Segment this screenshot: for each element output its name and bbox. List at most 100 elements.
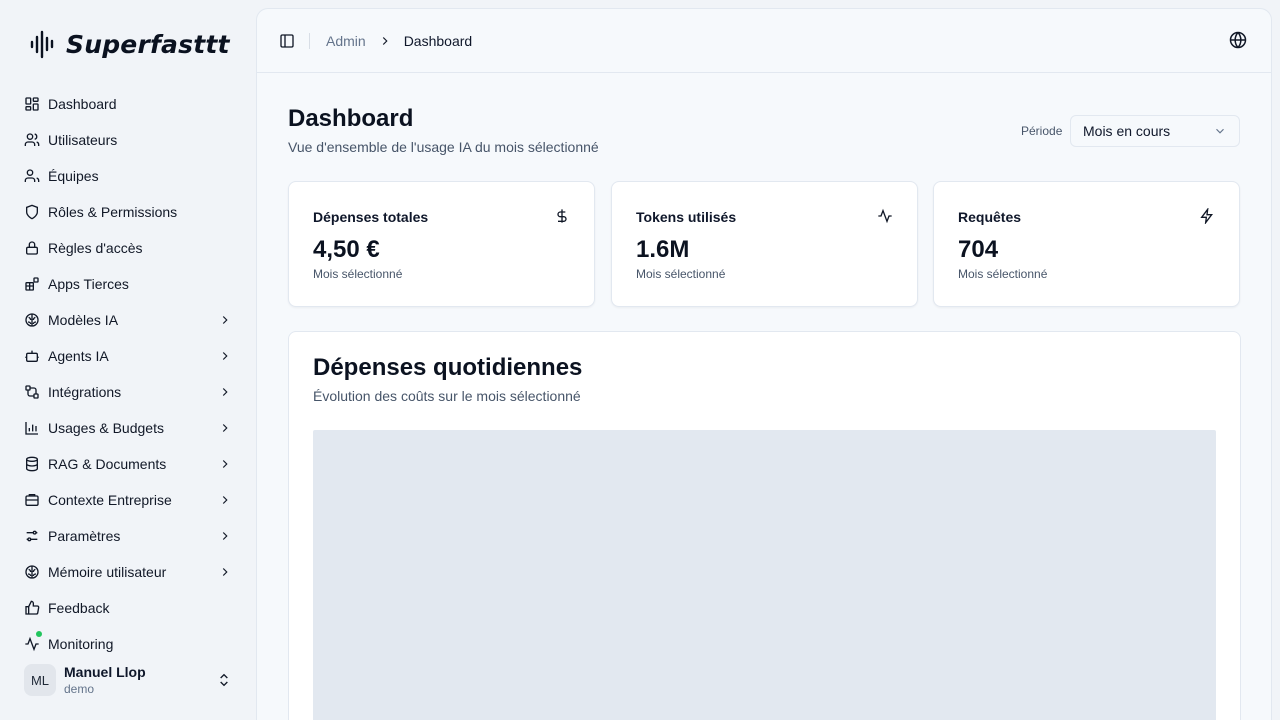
sidebar-item-modeles[interactable]: Modèles IA [16, 302, 240, 338]
stat-card-subtitle: Mois sélectionné [958, 267, 1048, 281]
chevron-right-icon [218, 313, 232, 327]
chevron-right-icon [218, 529, 232, 543]
chevron-right-icon [378, 34, 392, 48]
page-title: Dashboard [288, 105, 414, 132]
sidebar: Superfasttt Dashboard Utilisateurs Équip… [0, 0, 256, 720]
sidebar-item-label: Apps Tierces [48, 276, 129, 292]
stat-card-tokens: Tokens utilisés 1.6M Mois sélectionné [611, 181, 918, 307]
chevron-right-icon [218, 565, 232, 579]
sidebar-item-label: RAG & Documents [48, 456, 167, 472]
user-name: Manuel Llop [64, 664, 146, 680]
activity-icon [877, 208, 893, 224]
sidebar-item-utilisateurs[interactable]: Utilisateurs [16, 122, 240, 158]
sidebar-item-label: Paramètres [48, 528, 121, 544]
integration-icon [24, 384, 40, 400]
sidebar-item-roles[interactable]: Rôles & Permissions [16, 194, 240, 230]
user-menu[interactable]: ML Manuel Llop demo [16, 652, 240, 708]
bar-chart-icon [24, 420, 40, 436]
sidebar-item-usages[interactable]: Usages & Budgets [16, 410, 240, 446]
breadcrumb-admin[interactable]: Admin [326, 33, 366, 49]
activity-icon [24, 636, 40, 652]
stat-card-value: 704 [958, 236, 999, 263]
sidebar-item-label: Rôles & Permissions [48, 204, 178, 220]
waveform-logo-icon [28, 28, 60, 60]
brain-icon [24, 312, 40, 328]
sidebar-item-label: Mémoire utilisateur [48, 564, 167, 580]
status-dot [36, 631, 42, 637]
globe-icon[interactable] [1229, 31, 1247, 49]
sidebar-item-feedback[interactable]: Feedback [16, 590, 240, 626]
period-label: Période [1021, 124, 1063, 138]
stat-card-depenses: Dépenses totales 4,50 € Mois sélectionné [288, 181, 595, 307]
building-icon [24, 492, 40, 508]
sidebar-item-agents[interactable]: Agents IA [16, 338, 240, 374]
stat-card-requetes: Requêtes 704 Mois sélectionné [933, 181, 1240, 307]
sidebar-item-label: Règles d'accès [48, 240, 143, 256]
user-role: demo [64, 682, 95, 696]
sidebar-item-label: Intégrations [48, 384, 122, 400]
sidebar-item-dashboard[interactable]: Dashboard [16, 86, 240, 122]
stat-card-value: 4,50 € [313, 236, 380, 263]
breadcrumb: Admin Dashboard [326, 33, 472, 49]
sidebar-item-contexte[interactable]: Contexte Entreprise [16, 482, 240, 518]
stat-card-title: Dépenses totales [313, 209, 429, 225]
bot-icon [24, 348, 40, 364]
sidebar-nav: Dashboard Utilisateurs Équipes Rôles & P… [16, 86, 240, 662]
chevron-right-icon [218, 493, 232, 507]
sidebar-item-apps[interactable]: Apps Tierces [16, 266, 240, 302]
chart-subtitle: Évolution des coûts sur le mois sélectio… [313, 388, 581, 404]
sidebar-item-rag[interactable]: RAG & Documents [16, 446, 240, 482]
stat-card-subtitle: Mois sélectionné [313, 267, 403, 281]
stat-card-title: Requêtes [958, 209, 1022, 225]
main-panel: Admin Dashboard Dashboard Vue d'ensemble… [256, 8, 1272, 720]
database-icon [24, 456, 40, 472]
dollar-icon [554, 208, 570, 224]
stat-card-subtitle: Mois sélectionné [636, 267, 726, 281]
breadcrumb-current: Dashboard [403, 32, 473, 49]
sidebar-item-label: Contexte Entreprise [48, 492, 172, 508]
lock-icon [24, 240, 40, 256]
daily-spending-card: Dépenses quotidiennes Évolution des coût… [288, 331, 1241, 720]
chevron-down-icon [1213, 124, 1227, 138]
zap-icon [1199, 208, 1215, 224]
page-subtitle: Vue d'ensemble de l'usage IA du mois sél… [288, 139, 599, 155]
period-select[interactable]: Mois en cours [1070, 115, 1240, 147]
chevron-right-icon [218, 385, 232, 399]
sidebar-item-memoire[interactable]: Mémoire utilisateur [16, 554, 240, 590]
stat-card-value: 1.6M [636, 236, 690, 263]
chart-loading-placeholder [313, 430, 1216, 720]
period-select-value: Mois en cours [1083, 123, 1171, 139]
sidebar-item-label: Équipes [48, 168, 99, 184]
settings-icon [24, 528, 40, 544]
memory-icon [24, 564, 40, 580]
brand-name: Superfasttt [66, 29, 230, 59]
thumbs-up-icon [24, 600, 40, 616]
dashboard-icon [24, 96, 40, 112]
team-icon [24, 168, 40, 184]
sidebar-item-regles[interactable]: Règles d'accès [16, 230, 240, 266]
sidebar-item-label: Modèles IA [48, 312, 119, 328]
sidebar-item-label: Utilisateurs [48, 132, 118, 148]
topbar: Admin Dashboard [257, 9, 1271, 73]
sidebar-item-equipes[interactable]: Équipes [16, 158, 240, 194]
sidebar-item-label: Monitoring [48, 636, 114, 652]
avatar: ML [24, 664, 56, 696]
divider [309, 32, 310, 49]
sidebar-item-label: Agents IA [48, 348, 109, 364]
sidebar-item-integrations[interactable]: Intégrations [16, 374, 240, 410]
sidebar-item-label: Feedback [48, 600, 110, 616]
shield-icon [24, 204, 40, 220]
stat-card-title: Tokens utilisés [636, 209, 737, 225]
users-icon [24, 132, 40, 148]
sidebar-item-parametres[interactable]: Paramètres [16, 518, 240, 554]
apps-icon [24, 276, 40, 292]
brand-logo[interactable]: Superfasttt [28, 24, 230, 64]
chevron-right-icon [218, 421, 232, 435]
chevron-right-icon [218, 457, 232, 471]
chart-title: Dépenses quotidiennes [313, 354, 583, 381]
sidebar-toggle-icon[interactable] [273, 27, 301, 55]
chevron-right-icon [218, 349, 232, 363]
chevrons-up-down-icon[interactable] [216, 672, 232, 688]
sidebar-item-label: Usages & Budgets [48, 420, 164, 436]
sidebar-item-label: Dashboard [48, 96, 117, 112]
